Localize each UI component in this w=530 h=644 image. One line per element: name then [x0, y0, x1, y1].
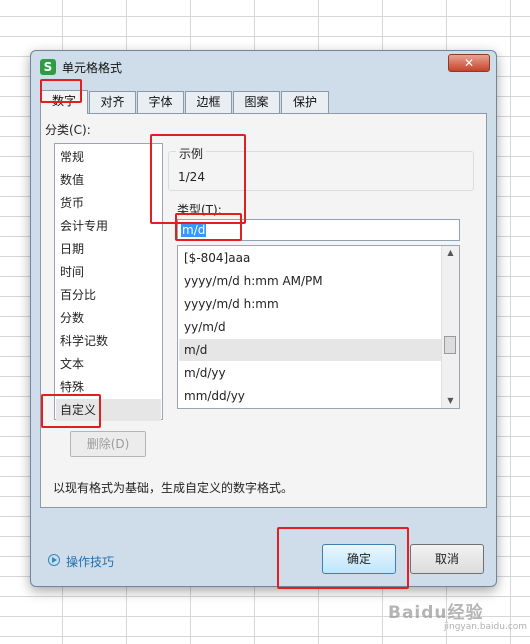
category-item-time[interactable]: 时间 — [56, 261, 161, 283]
category-list[interactable]: 常规 数值 货币 会计专用 日期 时间 百分比 分数 科学记数 文本 特殊 自定… — [54, 143, 163, 421]
tab-font[interactable]: 字体 — [137, 91, 184, 113]
scroll-up-icon[interactable]: ▲ — [442, 246, 459, 260]
category-item-text[interactable]: 文本 — [56, 353, 161, 375]
description-text: 以现有格式为基础，生成自定义的数字格式。 — [53, 481, 294, 495]
format-item[interactable]: m/d/yy — [179, 362, 442, 384]
category-item-percentage[interactable]: 百分比 — [56, 284, 161, 306]
baidu-watermark: Baidu经验 jingyan.baidu.com — [388, 592, 528, 638]
format-item[interactable]: yyyy/m/d h:mm AM/PM — [179, 270, 442, 292]
format-item[interactable]: mm/dd/yy — [179, 385, 442, 407]
category-item-general[interactable]: 常规 — [56, 146, 161, 168]
format-item[interactable]: yy/m/d — [179, 316, 442, 338]
tab-protection[interactable]: 保护 — [281, 91, 329, 113]
highlight-box-custom-category — [41, 394, 101, 428]
format-item[interactable]: yyyy/m/d h:mm — [179, 293, 442, 315]
category-item-accounting[interactable]: 会计专用 — [56, 215, 161, 237]
category-item-scientific[interactable]: 科学记数 — [56, 330, 161, 352]
cancel-button[interactable]: 取消 — [410, 544, 484, 574]
format-item-selected[interactable]: m/d — [179, 339, 442, 361]
format-cells-dialog: S 单元格格式 ✕ 数字 对齐 字体 边框 图案 保护 分类(C): 常规 数值… — [30, 50, 497, 587]
watermark-logo: Baidu经验 — [388, 603, 484, 623]
category-item-number[interactable]: 数值 — [56, 169, 161, 191]
close-button[interactable]: ✕ — [448, 54, 490, 72]
category-item-date[interactable]: 日期 — [56, 238, 161, 260]
format-list-scrollbar[interactable]: ▲ ▼ — [441, 246, 459, 408]
tab-patterns[interactable]: 图案 — [233, 91, 280, 113]
dialog-titlebar: S 单元格格式 ✕ — [31, 51, 496, 81]
highlight-box-sample — [150, 134, 246, 224]
dialog-title: 单元格格式 — [62, 61, 123, 75]
watermark-url: jingyan.baidu.com — [444, 622, 528, 632]
category-item-fraction[interactable]: 分数 — [56, 307, 161, 329]
scrollbar-thumb[interactable] — [444, 336, 456, 354]
tab-border[interactable]: 边框 — [185, 91, 232, 113]
highlight-box-type-input — [175, 213, 242, 241]
format-item[interactable]: [$-804]aaa — [179, 247, 442, 269]
category-label: 分类(C): — [45, 123, 91, 137]
format-list[interactable]: [$-804]aaa yyyy/m/d h:mm AM/PM yyyy/m/d … — [177, 245, 460, 409]
highlight-box-ok-button — [277, 527, 409, 589]
tab-alignment[interactable]: 对齐 — [89, 91, 136, 113]
highlight-box-number-tab — [40, 79, 82, 103]
close-icon: ✕ — [463, 56, 475, 70]
play-circle-icon[interactable] — [48, 554, 60, 566]
tips-link[interactable]: 操作技巧 — [66, 553, 114, 570]
category-item-currency[interactable]: 货币 — [56, 192, 161, 214]
delete-button[interactable]: 删除(D) — [70, 431, 146, 457]
wps-app-icon: S — [40, 59, 56, 75]
scroll-down-icon[interactable]: ▼ — [442, 394, 459, 408]
